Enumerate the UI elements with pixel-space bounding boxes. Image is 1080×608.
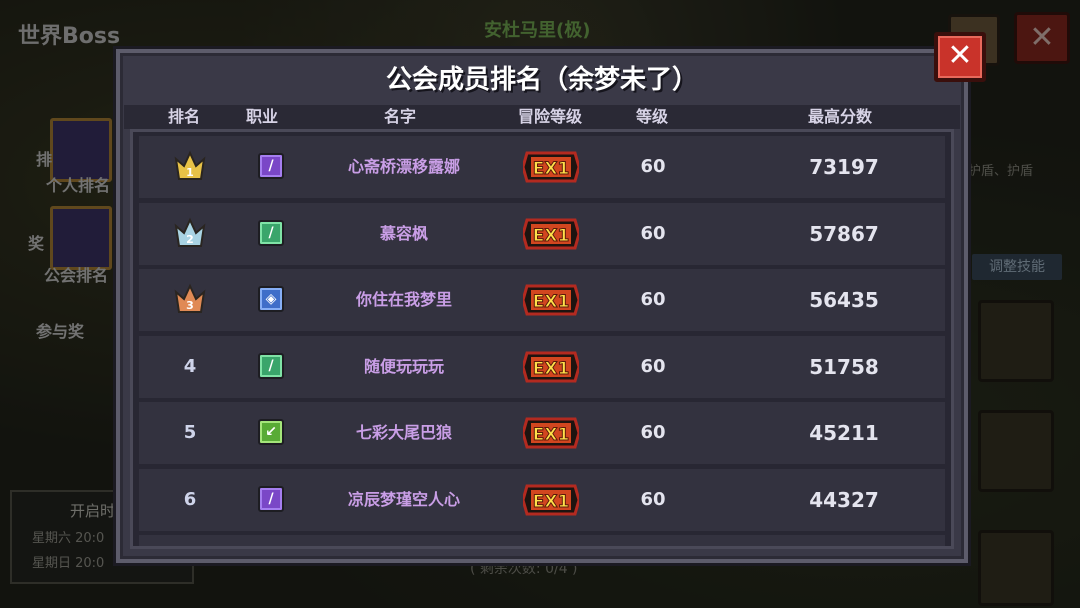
member-high-score: 73197	[809, 155, 879, 179]
table-row[interactable]: 4 / 随便玩玩玩 EX1 60 51758	[139, 335, 945, 398]
member-high-score: 51758	[809, 354, 879, 379]
header-adventure-level: 冒险等级	[517, 107, 582, 126]
header-high-score: 最高分数	[807, 107, 872, 126]
table-row[interactable]: 5 ↙ 七彩大尾巴狼 EX1 60 45211	[139, 402, 945, 464]
dialog-title: 公会成员排名（余梦未了）	[385, 65, 698, 95]
header-name: 名字	[383, 107, 416, 126]
sword-icon: /	[258, 352, 284, 379]
ex-level-text: EX1	[533, 425, 570, 445]
shield-icon: ◈	[258, 286, 284, 312]
member-level: 60	[640, 289, 666, 310]
table-row[interactable]: 1 / 心斋桥漂移露娜 EX1 60 73197	[139, 136, 945, 198]
ex-level-icon: EX1	[523, 284, 579, 316]
header-rank: 排名	[167, 107, 200, 126]
member-high-score: 44327	[809, 487, 879, 512]
rank-crown-number: 1	[186, 166, 194, 179]
guild-ranking-dialog: 公会成员排名（余梦未了） 排名 职业 名字 冒险等级 等级 最高分数 1 / 心斋…	[116, 49, 968, 563]
member-high-score: 45211	[809, 421, 879, 445]
member-name[interactable]: 随便玩玩玩	[299, 336, 509, 398]
rank-crown-icon: 3	[174, 283, 206, 313]
member-level: 60	[640, 222, 666, 244]
dialog-close-button[interactable]: ✕	[934, 32, 986, 82]
rank-number: 6	[183, 488, 197, 510]
member-level: 60	[640, 422, 666, 443]
ex-level-icon: EX1	[523, 151, 579, 183]
member-level: 60	[640, 156, 666, 177]
table-row[interactable]: 3 ◈ 你住在我梦里 EX1 60 56435	[139, 269, 945, 331]
table-row[interactable]: 2 / 慕容枫 EX1 60 57867	[139, 202, 945, 265]
rank-crown-icon: 2	[174, 217, 206, 247]
header-job: 职业	[245, 107, 278, 126]
rank-number: 4	[183, 355, 197, 377]
ex-level-text: EX1	[533, 159, 570, 179]
rank-crown-number: 2	[186, 233, 194, 246]
member-name[interactable]: 凉辰梦瑾空人心	[299, 469, 509, 531]
ex-level-text: EX1	[533, 226, 570, 246]
member-level: 60	[640, 488, 666, 510]
member-name[interactable]: 心斋桥漂移露娜	[299, 136, 509, 198]
member-name[interactable]: 七彩大尾巴狼	[299, 402, 509, 464]
ex-level-icon: EX1	[523, 218, 579, 249]
rank-number: 5	[183, 422, 197, 443]
rank-crown-icon: 1	[174, 150, 206, 180]
header-level: 等级	[635, 107, 668, 126]
ex-level-text: EX1	[533, 492, 570, 512]
ex-level-text: EX1	[533, 292, 570, 312]
ex-level-icon: EX1	[523, 484, 579, 515]
member-high-score: 56435	[809, 288, 879, 312]
dagger-icon: /	[258, 485, 284, 512]
rank-crown-number: 3	[186, 299, 194, 312]
sword-icon: /	[258, 219, 284, 246]
ex-level-text: EX1	[533, 359, 570, 379]
dagger-icon: /	[258, 153, 284, 179]
bow-icon: ↙	[258, 419, 284, 445]
member-level: 60	[640, 355, 666, 377]
member-high-score: 57867	[809, 221, 879, 246]
ex-level-icon: EX1	[523, 351, 579, 382]
ex-level-icon: EX1	[523, 417, 579, 449]
ranking-list[interactable]: 1 / 心斋桥漂移露娜 EX1 60 73197 2 / 慕容枫 EX1 60 5786…	[130, 129, 954, 549]
member-name[interactable]: 慕容枫	[299, 203, 509, 265]
member-name[interactable]: 你住在我梦里	[299, 269, 509, 331]
table-row[interactable]	[139, 535, 945, 546]
table-row[interactable]: 6 / 凉辰梦瑾空人心 EX1 60 44327	[139, 468, 945, 531]
